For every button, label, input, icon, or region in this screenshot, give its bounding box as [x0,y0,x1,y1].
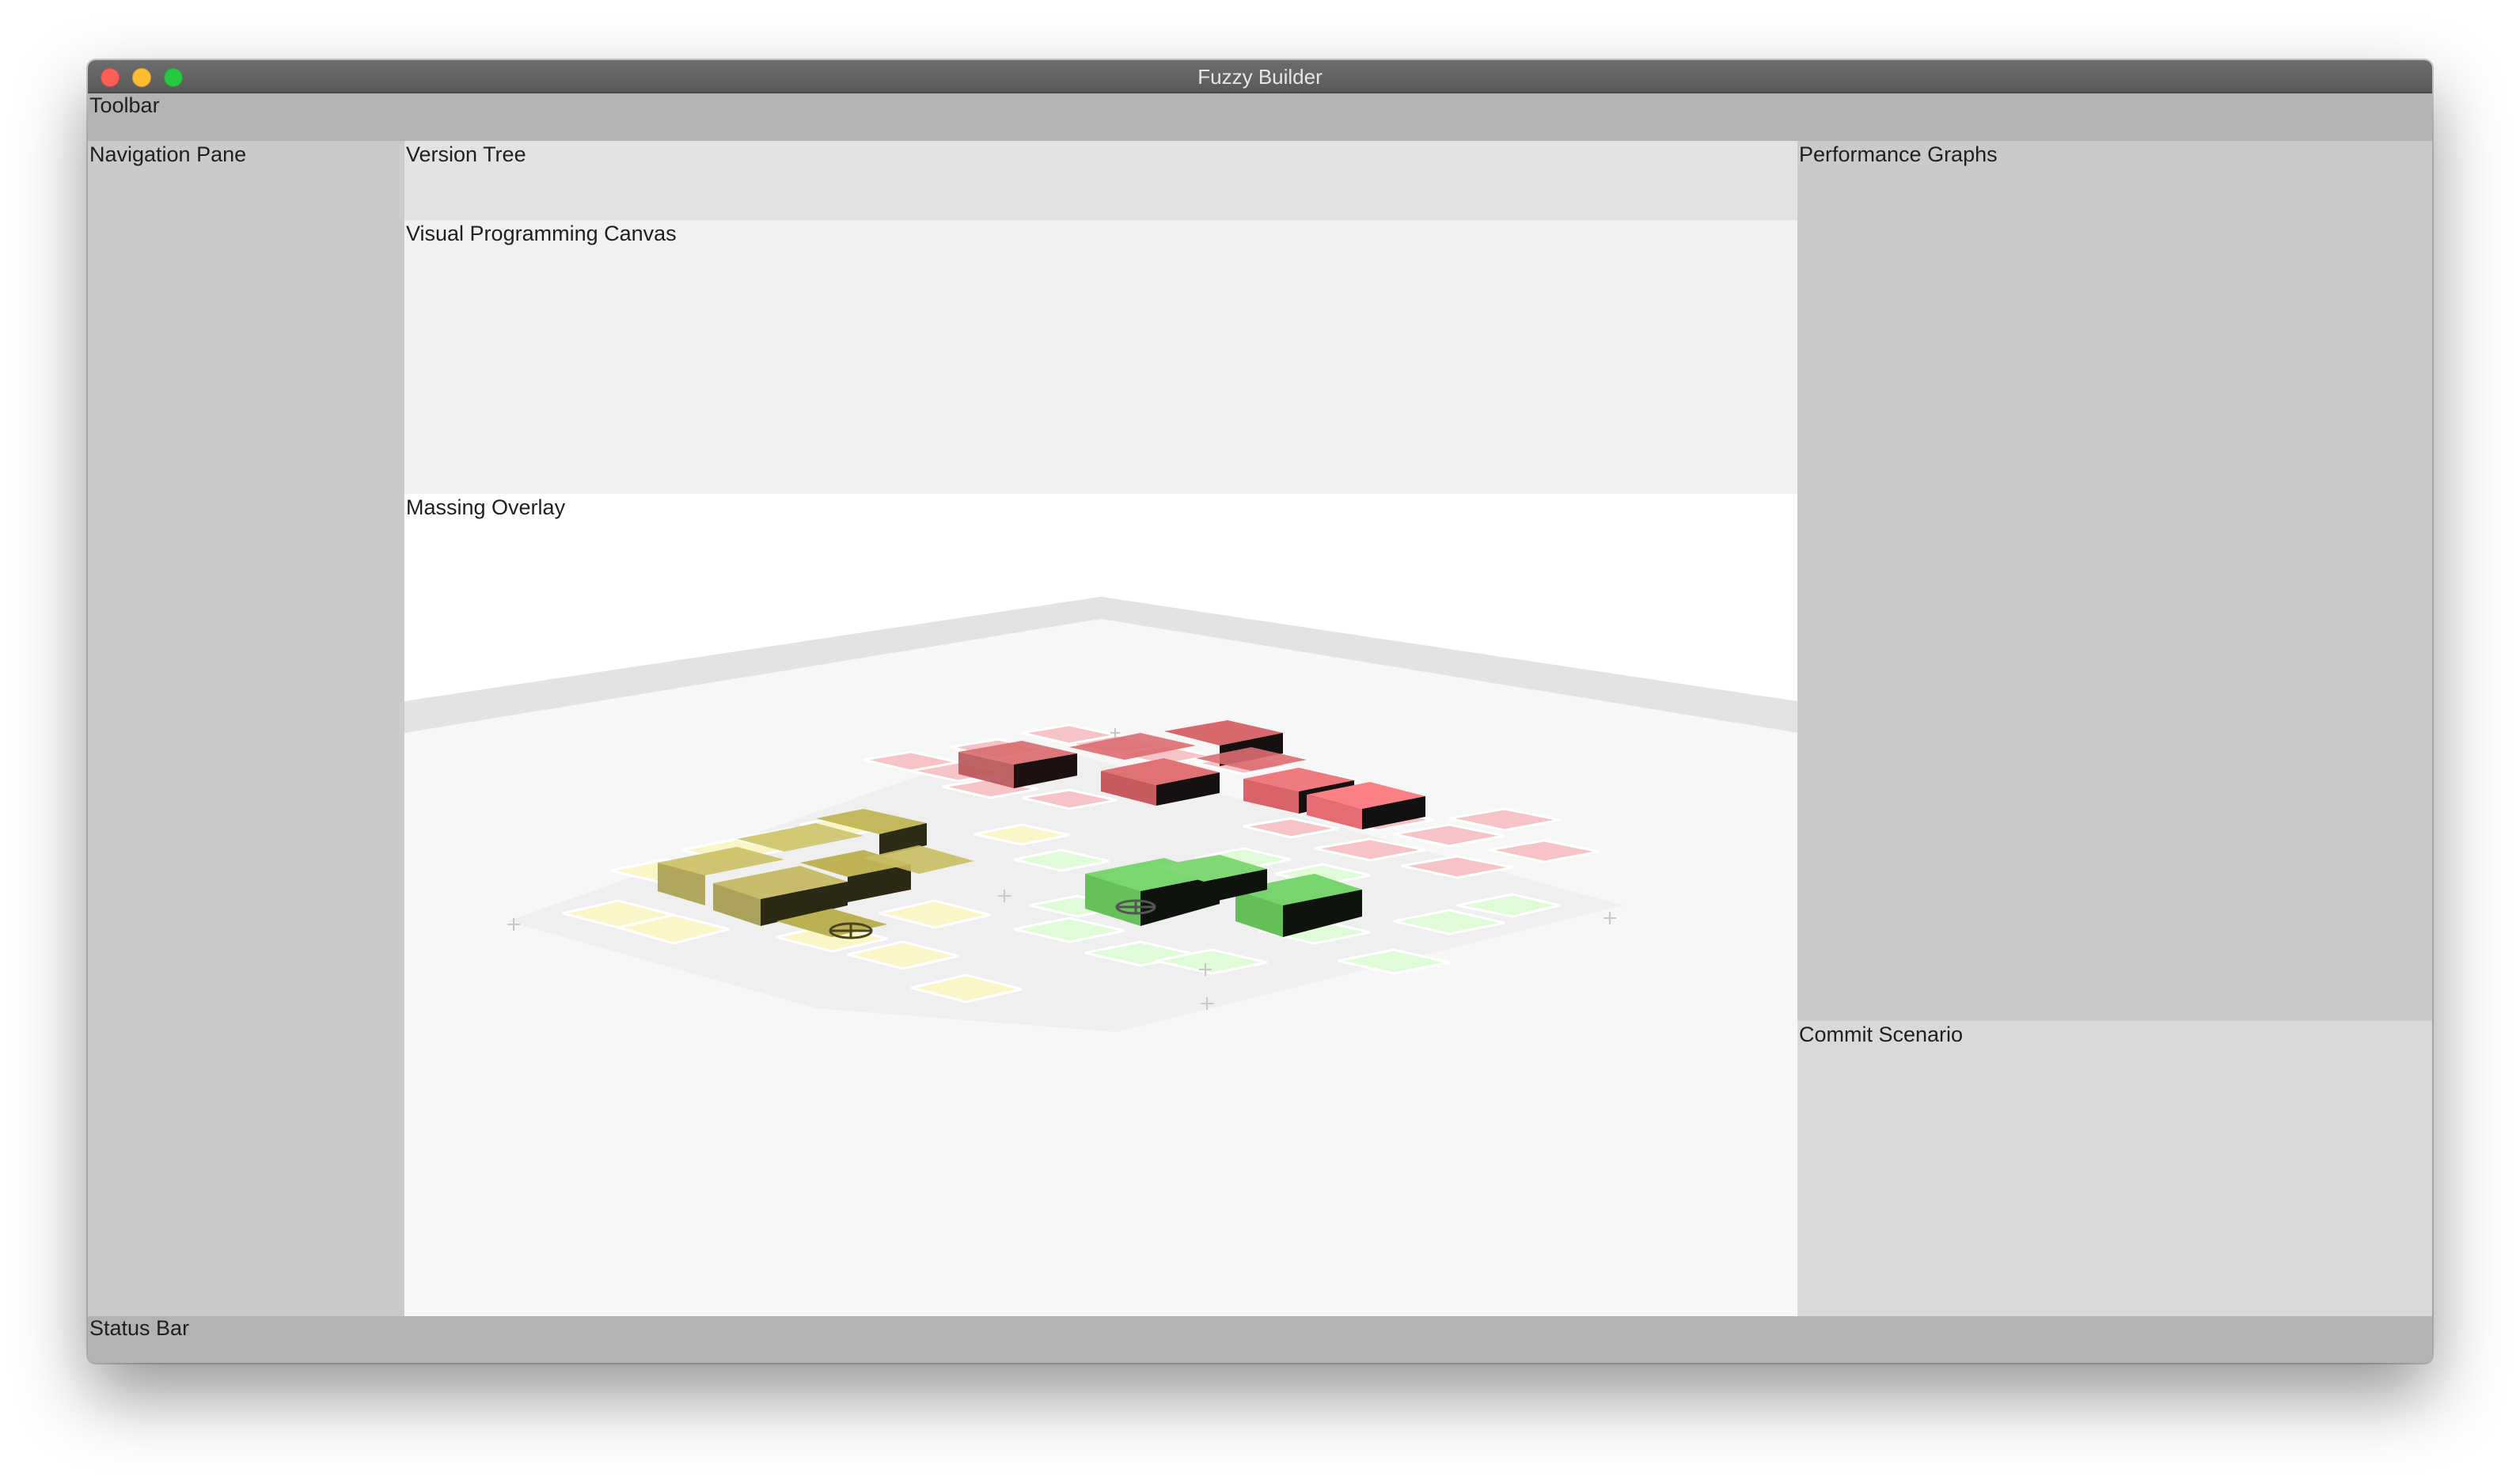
performance-graphs-pane[interactable]: Performance Graphs [1797,141,2432,1021]
app-window: Fuzzy Builder Toolbar Navigation Pane Ve… [88,60,2432,1363]
massing-overlay-label: Massing Overlay [406,495,566,519]
version-tree-pane[interactable]: Version Tree [404,141,1797,220]
status-bar: Status Bar [88,1316,2432,1363]
version-tree-label: Version Tree [406,142,526,166]
window-title: Fuzzy Builder [1197,65,1323,89]
toolbar-label: Toolbar [89,93,160,117]
title-bar[interactable]: Fuzzy Builder [88,60,2432,93]
toolbar[interactable]: Toolbar [88,93,2432,141]
canvas-label: Visual Programming Canvas [406,222,677,245]
status-bar-label: Status Bar [89,1316,190,1340]
visual-programming-canvas[interactable]: Visual Programming Canvas [404,220,1797,494]
commit-scenario-label: Commit Scenario [1799,1023,1964,1046]
navigation-pane[interactable]: Navigation Pane [88,141,404,1316]
massing-3d-scene[interactable] [404,494,1797,1316]
performance-graphs-label: Performance Graphs [1799,142,1998,166]
commit-scenario-pane[interactable]: Commit Scenario [1797,1021,2432,1316]
navigation-pane-label: Navigation Pane [89,142,247,166]
massing-overlay-pane[interactable]: Massing Overlay [404,494,1797,1316]
